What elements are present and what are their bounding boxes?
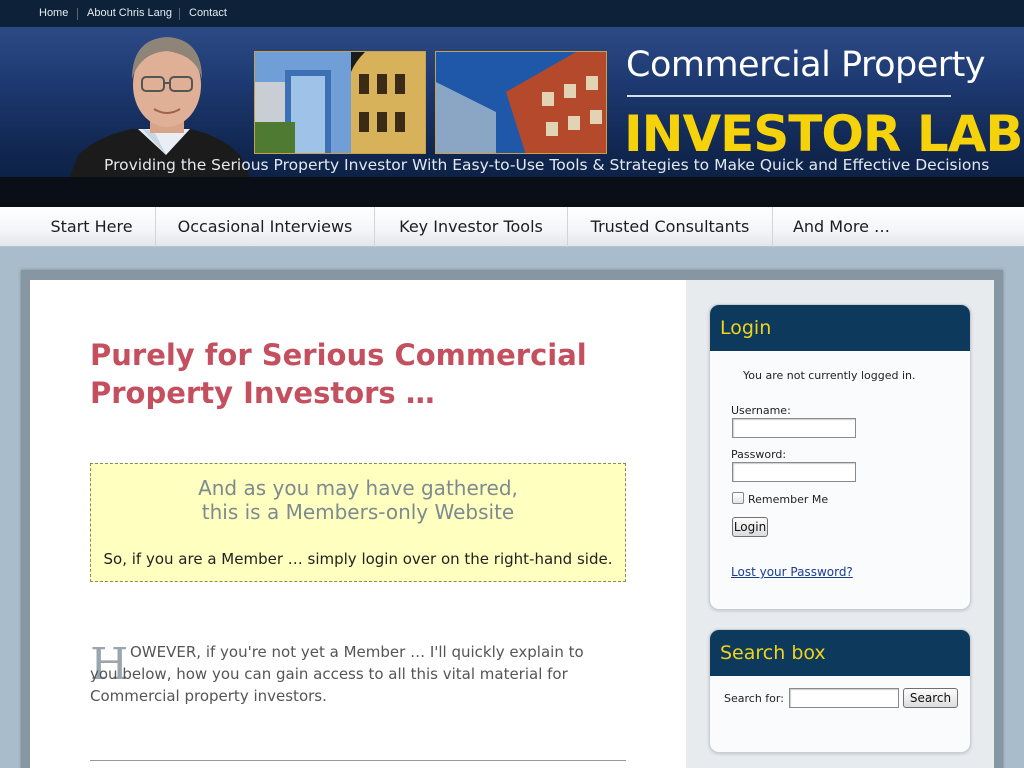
login-status: You are not currently logged in. <box>743 369 916 382</box>
nav-start-here[interactable]: Start Here <box>28 207 156 247</box>
intro-paragraph: OWEVER, if you're not yet a Member … I'l… <box>90 643 584 705</box>
nav-and-more[interactable]: And More … <box>773 207 910 247</box>
logo-title-bottom: INVESTOR LAB <box>624 105 1023 163</box>
site-tagline: Providing the Serious Property Investor … <box>104 156 990 174</box>
logo-title-top: Commercial Property <box>626 45 986 85</box>
search-input[interactable] <box>789 688 899 708</box>
building-photo-left <box>254 51 426 154</box>
top-link-about[interactable]: About Chris Lang <box>87 7 172 19</box>
username-label: Username: <box>731 404 791 417</box>
password-input[interactable] <box>732 462 856 482</box>
nav-trusted-consultants[interactable]: Trusted Consultants <box>568 207 773 247</box>
top-separator <box>179 8 180 20</box>
top-bar: Home About Chris Lang Contact <box>0 0 1024 27</box>
nav-occasional-interviews[interactable]: Occasional Interviews <box>156 207 375 247</box>
main-nav: Start Here Occasional Interviews Key Inv… <box>0 207 1024 247</box>
search-label: Search for: <box>724 692 784 705</box>
password-label: Password: <box>731 448 787 461</box>
lost-password-link[interactable]: Lost your Password? <box>731 565 853 579</box>
site-header: Commercial Property INVESTOR LAB <box>0 27 1024 207</box>
nav-key-investor-tools[interactable]: Key Investor Tools <box>375 207 568 247</box>
top-link-home[interactable]: Home <box>39 7 68 19</box>
username-input[interactable] <box>732 418 856 438</box>
search-widget-title: Search box <box>710 630 970 676</box>
remember-me-checkbox[interactable] <box>732 492 744 504</box>
login-button[interactable]: Login <box>732 517 768 537</box>
building-photo-right <box>435 51 607 154</box>
notice-heading-line2: this is a Members-only Website <box>201 500 515 524</box>
search-button[interactable]: Search <box>903 688 958 708</box>
top-separator <box>77 8 78 20</box>
search-widget: Search box Search for: Search <box>709 629 971 753</box>
notice-heading: And as you may have gathered, this is a … <box>91 476 625 524</box>
login-widget-title: Login <box>710 305 970 351</box>
logo-divider <box>627 95 951 97</box>
top-link-contact[interactable]: Contact <box>189 7 227 19</box>
members-notice-box: And as you may have gathered, this is a … <box>90 463 626 582</box>
notice-heading-line1: And as you may have gathered, <box>198 476 518 500</box>
remember-me-label: Remember Me <box>748 493 829 506</box>
page-title: Purely for Serious Commercial Property I… <box>90 338 587 410</box>
notice-text: So, if you are a Member … simply login o… <box>103 550 613 568</box>
content-divider <box>90 760 626 761</box>
author-photo <box>70 37 250 177</box>
tagline-bar <box>0 177 1024 207</box>
login-widget: Login You are not currently logged in. U… <box>709 304 971 610</box>
